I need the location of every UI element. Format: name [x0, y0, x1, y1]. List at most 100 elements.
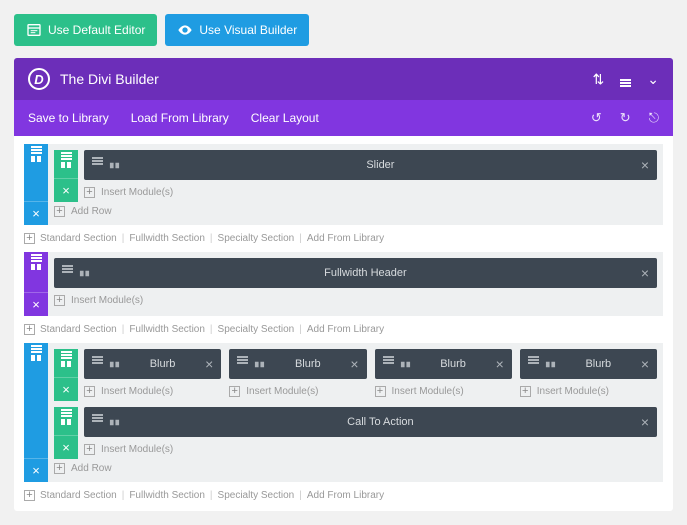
module-slider[interactable]: Slider ×: [84, 150, 657, 180]
columns-icon[interactable]: [400, 359, 411, 370]
columns-icon[interactable]: [60, 358, 72, 370]
history-icon[interactable]: ⎋: [649, 110, 659, 126]
columns-icon[interactable]: [60, 416, 72, 428]
add-from-library[interactable]: Add From Library: [307, 233, 384, 244]
close-icon[interactable]: ×: [205, 356, 213, 372]
close-icon[interactable]: ×: [641, 265, 649, 281]
columns-icon[interactable]: [30, 352, 42, 364]
module-title: Call To Action: [120, 416, 641, 428]
close-icon[interactable]: ×: [641, 157, 649, 173]
add-fullwidth-section[interactable]: Fullwidth Section: [129, 324, 205, 335]
close-icon[interactable]: ×: [54, 377, 78, 401]
add-from-library[interactable]: Add From Library: [307, 490, 384, 501]
module-title: Fullwidth Header: [90, 267, 641, 279]
columns-icon[interactable]: [30, 261, 42, 273]
section-handle[interactable]: ×: [24, 343, 48, 482]
add-specialty-section[interactable]: Specialty Section: [218, 324, 295, 335]
plus-icon: +: [24, 490, 35, 501]
module-blurb[interactable]: Blurb ×: [375, 349, 512, 379]
add-specialty-section[interactable]: Specialty Section: [218, 233, 295, 244]
section-handle[interactable]: ×: [24, 144, 48, 225]
clear-layout-link[interactable]: Clear Layout: [251, 111, 319, 125]
columns-icon[interactable]: [109, 160, 120, 171]
insert-module-link[interactable]: +Insert Module(s): [229, 384, 366, 401]
drag-icon[interactable]: [61, 412, 72, 414]
use-default-editor-button[interactable]: Use Default Editor: [14, 14, 157, 46]
plus-icon: +: [520, 386, 531, 397]
columns-icon[interactable]: [109, 359, 120, 370]
drag-icon[interactable]: [61, 155, 72, 157]
close-icon[interactable]: ×: [24, 292, 48, 316]
plus-icon: +: [24, 324, 35, 335]
close-icon[interactable]: ×: [24, 201, 48, 225]
insert-module-link[interactable]: +Insert Module(s): [84, 384, 221, 401]
swap-icon[interactable]: ⇅: [593, 71, 605, 88]
row-handle[interactable]: ×: [54, 150, 78, 202]
expand-icon[interactable]: ⌄: [647, 71, 659, 88]
close-icon[interactable]: ×: [54, 178, 78, 202]
drag-icon[interactable]: [31, 149, 42, 151]
insert-module-link[interactable]: +Insert Module(s): [520, 384, 657, 401]
columns-icon[interactable]: [254, 359, 265, 370]
insert-module-link[interactable]: +Insert Module(s): [375, 384, 512, 401]
undo-icon[interactable]: ↺: [591, 110, 602, 126]
add-standard-section[interactable]: Standard Section: [40, 233, 117, 244]
module-blurb[interactable]: Blurb ×: [229, 349, 366, 379]
columns-icon[interactable]: [30, 153, 42, 165]
drag-icon[interactable]: [61, 354, 72, 356]
drag-icon[interactable]: [31, 257, 42, 259]
columns-icon[interactable]: [109, 417, 120, 428]
row: × Call To Action × +Insert Module(s): [54, 407, 657, 459]
redo-icon[interactable]: ↻: [620, 110, 631, 126]
drag-icon[interactable]: [92, 417, 103, 428]
insert-module-link[interactable]: +Insert Module(s): [84, 442, 657, 459]
module-title: Slider: [120, 159, 641, 171]
add-standard-section[interactable]: Standard Section: [40, 490, 117, 501]
add-fullwidth-section[interactable]: Fullwidth Section: [129, 490, 205, 501]
row-handle[interactable]: ×: [54, 349, 78, 401]
close-icon[interactable]: ×: [641, 356, 649, 372]
row-handle[interactable]: ×: [54, 407, 78, 459]
module-blurb[interactable]: Blurb ×: [84, 349, 221, 379]
module-blurb[interactable]: Blurb ×: [520, 349, 657, 379]
save-to-library-link[interactable]: Save to Library: [28, 111, 109, 125]
insert-module-link[interactable]: +Insert Module(s): [84, 185, 657, 202]
module-title: Blurb: [411, 358, 496, 370]
columns-icon[interactable]: [545, 359, 556, 370]
add-standard-section[interactable]: Standard Section: [40, 324, 117, 335]
close-icon[interactable]: ×: [54, 435, 78, 459]
drag-icon[interactable]: [528, 359, 539, 370]
columns-icon[interactable]: [79, 268, 90, 279]
add-specialty-section[interactable]: Specialty Section: [218, 490, 295, 501]
menu-icon[interactable]: [620, 71, 631, 88]
drag-icon[interactable]: [92, 160, 103, 171]
drag-icon[interactable]: [31, 348, 42, 350]
close-icon[interactable]: ×: [24, 458, 48, 482]
section-handle[interactable]: ×: [24, 252, 48, 316]
close-icon[interactable]: ×: [496, 356, 504, 372]
close-icon[interactable]: ×: [350, 356, 358, 372]
module-fullwidth-header[interactable]: Fullwidth Header ×: [54, 258, 657, 288]
add-row-link[interactable]: +Add Row: [54, 459, 657, 476]
drag-icon[interactable]: [92, 359, 103, 370]
module-title: Blurb: [265, 358, 350, 370]
columns-icon[interactable]: [60, 159, 72, 171]
load-from-library-link[interactable]: Load From Library: [131, 111, 229, 125]
button-label: Use Visual Builder: [199, 23, 297, 37]
drag-icon[interactable]: [383, 359, 394, 370]
row: × Blurb × +Insert Module(s): [54, 349, 657, 401]
section-standard: × ×: [24, 343, 663, 482]
add-row-link[interactable]: +Add Row: [54, 202, 657, 219]
add-from-library[interactable]: Add From Library: [307, 324, 384, 335]
drag-icon[interactable]: [237, 359, 248, 370]
plus-icon: +: [229, 386, 240, 397]
close-icon[interactable]: ×: [641, 414, 649, 430]
builder-header: D The Divi Builder ⇅ ⌄: [14, 58, 673, 100]
insert-module-link[interactable]: +Insert Module(s): [54, 293, 657, 310]
drag-icon[interactable]: [62, 268, 73, 279]
plus-icon: +: [54, 463, 65, 474]
module-call-to-action[interactable]: Call To Action ×: [84, 407, 657, 437]
plus-icon: +: [375, 386, 386, 397]
add-fullwidth-section[interactable]: Fullwidth Section: [129, 233, 205, 244]
use-visual-builder-button[interactable]: Use Visual Builder: [165, 14, 309, 46]
